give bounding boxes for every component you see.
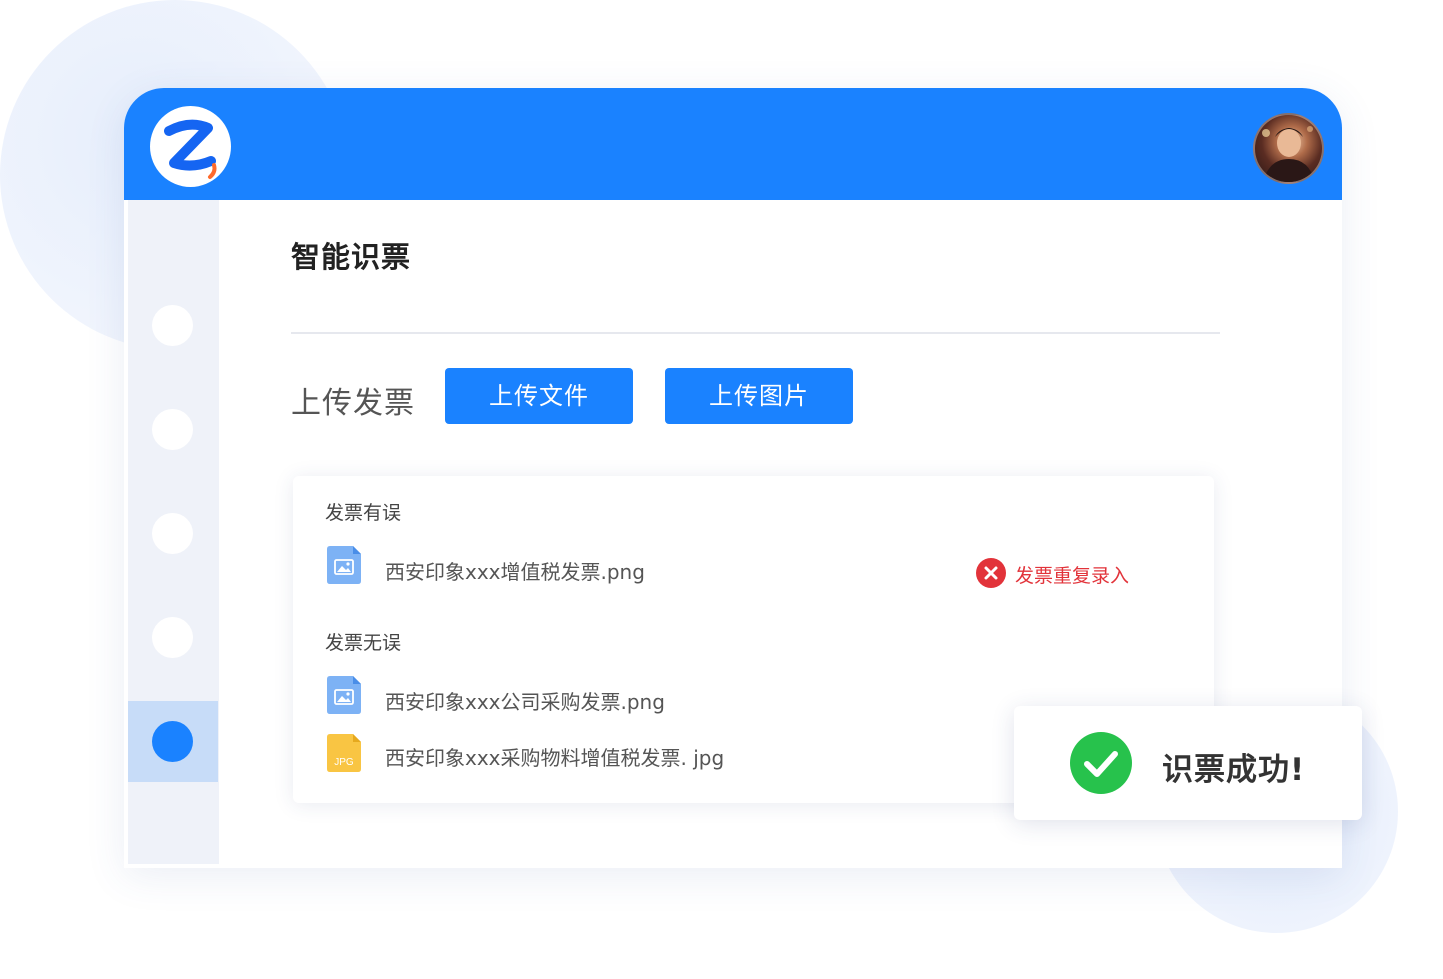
error-x-icon: [976, 558, 1006, 588]
divider: [291, 332, 1220, 334]
user-avatar[interactable]: [1253, 113, 1324, 184]
sidebar: [128, 200, 219, 864]
upload-file-button[interactable]: 上传文件: [445, 368, 633, 424]
sidebar-item-active[interactable]: [152, 721, 193, 762]
sidebar-item[interactable]: [152, 305, 193, 346]
page-title: 智能识票: [291, 240, 412, 274]
image-file-icon: [327, 676, 361, 714]
top-bar: [124, 88, 1342, 200]
jpg-badge-text: JPG: [334, 757, 354, 768]
ok-file-name[interactable]: 西安印象xxx采购物料增值税发票. jpg: [385, 742, 724, 771]
upload-image-button[interactable]: 上传图片: [665, 368, 853, 424]
sidebar-item[interactable]: [152, 617, 193, 658]
jpg-file-icon: JPG: [327, 734, 361, 772]
upload-label: 上传发票: [291, 386, 415, 421]
toast-message: 识票成功!: [1162, 752, 1306, 788]
error-section-title: 发票有误: [325, 502, 402, 524]
sidebar-item[interactable]: [152, 513, 193, 554]
success-toast: 识票成功!: [1014, 706, 1362, 820]
sidebar-item[interactable]: [152, 409, 193, 450]
error-file-name[interactable]: 西安印象xxx增值税发票.png: [385, 556, 645, 585]
app-logo[interactable]: [150, 106, 231, 187]
image-file-icon: [327, 546, 361, 584]
check-circle-icon: [1070, 732, 1132, 794]
ok-section-title: 发票无误: [325, 632, 402, 654]
error-status-text: 发票重复录入: [1015, 565, 1130, 587]
ok-file-name[interactable]: 西安印象xxx公司采购发票.png: [385, 686, 665, 715]
